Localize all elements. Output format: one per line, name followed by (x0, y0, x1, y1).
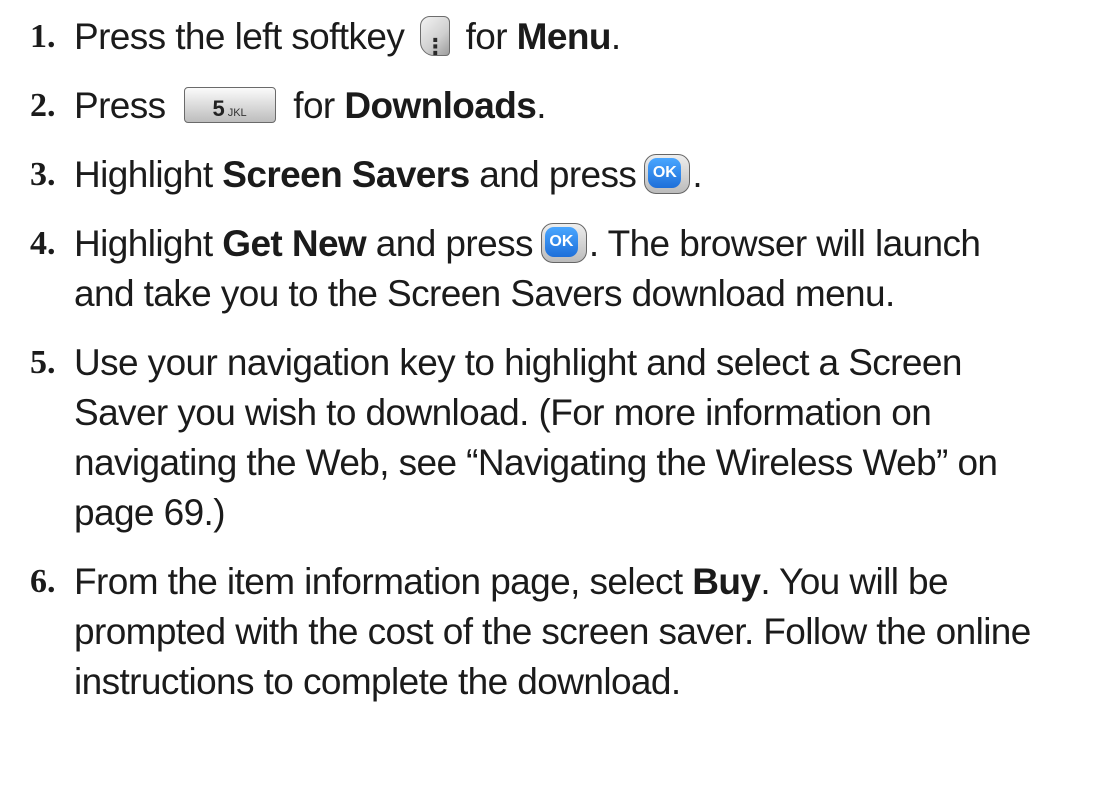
left-softkey-icon: ⋮ (419, 16, 450, 60)
step-number: 4. (30, 225, 56, 262)
buy-term: Buy (692, 561, 761, 602)
step-text: . The browser will launch (588, 223, 981, 264)
step-text: . (692, 154, 703, 195)
step-line: prompted with the cost of the screen sav… (74, 611, 1031, 652)
ok-key-icon: OK (644, 154, 691, 195)
step-item: 1. Press the left softkey ⋮ for Menu. (30, 12, 1090, 62)
step-text: . You will be (760, 561, 948, 602)
step-item: 2. Press 5 JKL for Downloads. (30, 81, 1090, 131)
instruction-list: 1. Press the left softkey ⋮ for Menu. 2.… (30, 12, 1090, 707)
step-line: navigating the Web, see “Navigating the … (74, 442, 998, 483)
ok-key-label: OK (544, 227, 578, 258)
five-key-icon: 5 JKL (183, 87, 276, 124)
step-text: Highlight (74, 223, 223, 264)
menu-term: Menu (516, 16, 612, 57)
step-line: and take you to the Screen Savers downlo… (74, 273, 895, 314)
get-new-term: Get New (222, 223, 367, 264)
step-text: . (536, 85, 546, 126)
step-number: 1. (30, 18, 56, 55)
step-line: Saver you wish to download. (For more in… (74, 392, 932, 433)
step-text: Press (74, 85, 166, 126)
step-number: 2. (30, 87, 56, 124)
step-line: Press the left softkey ⋮ for Menu. (74, 12, 1090, 62)
key-digit: 5 (212, 96, 225, 122)
step-text: and press (366, 223, 534, 264)
ok-key-label: OK (648, 158, 682, 189)
step-line: Highlight Get New and press OK . The brows… (74, 219, 1090, 269)
step-line: page 69.) (74, 492, 226, 533)
step-line: Press 5 JKL for Downloads. (74, 81, 1090, 131)
step-text: From the item information page, select (74, 561, 693, 602)
step-line: Highlight Screen Savers and press OK. (74, 150, 1090, 200)
manual-page: 1. Press the left softkey ⋮ for Menu. 2.… (0, 0, 1100, 787)
step-item: 5. Use your navigation key to highlight … (30, 338, 1090, 538)
screen-savers-term: Screen Savers (222, 154, 470, 195)
downloads-term: Downloads (344, 85, 537, 126)
step-number: 3. (30, 156, 56, 193)
step-line: From the item information page, select B… (74, 557, 1090, 607)
step-line: Use your navigation key to highlight and… (74, 342, 962, 383)
step-text: for (293, 85, 345, 126)
step-number: 6. (30, 563, 56, 600)
step-text: Press the left softkey (74, 16, 405, 57)
step-text: . (610, 16, 621, 57)
step-item: 3. Highlight Screen Savers and press OK. (30, 150, 1090, 200)
ok-key-icon: OK (540, 223, 587, 264)
step-text: Highlight (74, 154, 223, 195)
step-item: 6. From the item information page, selec… (30, 557, 1090, 707)
step-text: and press (469, 154, 637, 195)
step-line: instructions to complete the download. (74, 661, 681, 702)
step-number: 5. (30, 344, 56, 381)
step-item: 4. Highlight Get New and press OK . The br… (30, 219, 1090, 319)
step-text: for (465, 16, 517, 57)
key-letters: JKL (227, 107, 247, 120)
